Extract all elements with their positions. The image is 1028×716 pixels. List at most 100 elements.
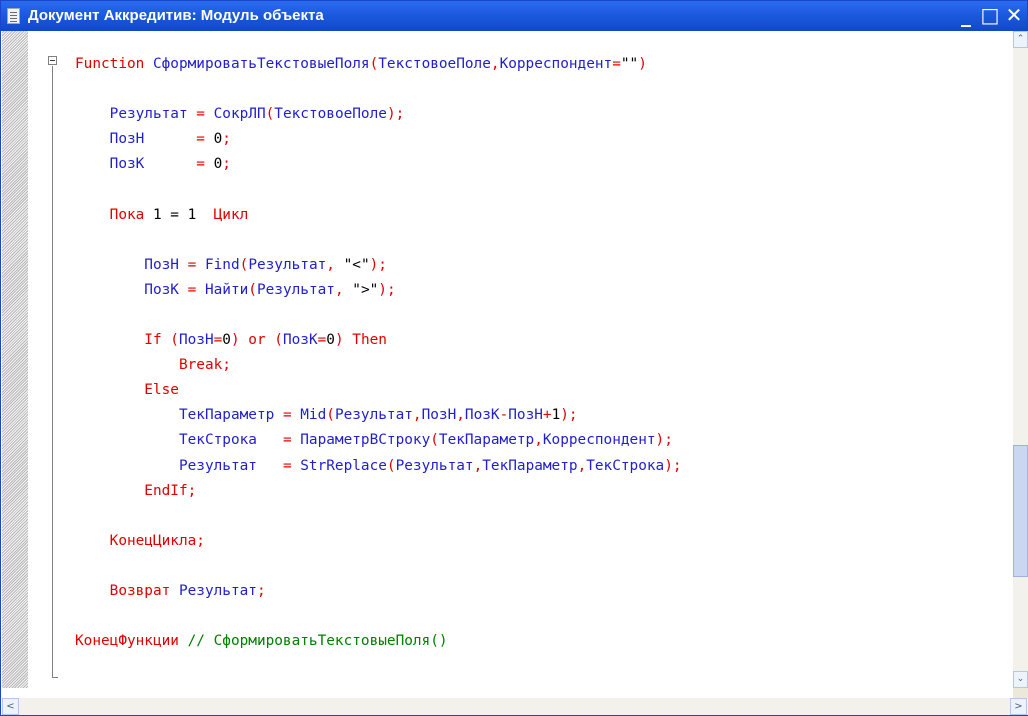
scroll-up-icon[interactable]: ⌃	[1013, 31, 1028, 48]
fold-guide	[52, 66, 53, 678]
code-line[interactable]: If (ПозН=0) or (ПозК=0) Then	[75, 328, 682, 353]
code-token: );	[664, 457, 682, 474]
editor-bottom-margin	[2, 688, 1013, 698]
code-line[interactable]: ПозН = 0;	[75, 127, 682, 152]
code-line[interactable]: Break;	[75, 353, 682, 378]
code-token: ТекстовоеПоле	[378, 56, 491, 72]
code-line[interactable]: ПозК = Найти(Результат, ">");	[75, 278, 682, 303]
code-token: (	[248, 281, 257, 298]
code-token: (	[265, 332, 283, 349]
vertical-scrollbar[interactable]: ⌃ ⌄	[1013, 31, 1028, 688]
code-token: =	[196, 131, 205, 148]
maximize-icon[interactable]: □	[979, 4, 1001, 26]
code-token: StrReplace	[291, 457, 387, 474]
code-token: Результат	[256, 281, 335, 298]
close-icon[interactable]: ✕	[1003, 4, 1025, 26]
code-token: Результат	[248, 256, 327, 273]
code-token: 1 = 1	[144, 206, 205, 223]
code-token: ПозК	[75, 156, 197, 173]
code-line[interactable]	[75, 228, 682, 253]
code-token: Корреспондент	[499, 56, 613, 72]
code-line[interactable]: EndIf;	[75, 479, 682, 504]
fold-guide-end	[52, 677, 58, 678]
code-token: ,	[490, 56, 500, 72]
code-line[interactable]: Else	[75, 378, 682, 403]
code-token: or	[239, 332, 266, 349]
code-token: ПозК	[464, 407, 500, 424]
code-token: Пока	[75, 206, 145, 223]
minimize-icon[interactable]: _	[955, 4, 977, 26]
code-line[interactable]	[75, 77, 682, 102]
code-line[interactable]: Результат = СокрЛП(ТекстовоеПоле);	[75, 102, 682, 127]
code-token: If	[75, 332, 162, 349]
code-token: ТекСтрока	[75, 432, 283, 449]
code-line[interactable]: Function СформироватьТекстовыеПоля(Текст…	[75, 52, 682, 77]
code-token: =	[282, 407, 292, 424]
code-token: (	[369, 56, 379, 72]
title-bar[interactable]: Документ Аккредитив: Модуль объекта _ □ …	[1, 1, 1027, 31]
horizontal-scrollbar[interactable]: < >	[2, 698, 1028, 715]
code-line[interactable]	[75, 177, 682, 202]
code-token: Цикл	[204, 206, 249, 223]
code-line[interactable]: ТекСтрока = ПараметрВСтроку(ТекПараметр,…	[75, 428, 682, 453]
code-token: ,	[534, 432, 543, 449]
code-token: ;	[222, 131, 231, 148]
code-token: Find	[196, 256, 240, 273]
code-token: )	[334, 332, 344, 349]
code-line[interactable]: ПозК = 0;	[75, 152, 682, 177]
code-token: ,	[473, 457, 483, 474]
code-token: Mid	[291, 407, 327, 424]
code-line[interactable]: ПозН = Find(Результат, "<");	[75, 253, 682, 278]
code-token: ,	[577, 457, 587, 474]
module-window: Документ Аккредитив: Модуль объекта _ □ …	[0, 0, 1028, 716]
code-token: =	[612, 56, 621, 72]
code-line[interactable]	[75, 604, 682, 629]
code-token: ,	[334, 281, 344, 298]
code-token: ТекПараметр	[482, 457, 578, 474]
code-text[interactable]: Function СформироватьТекстовыеПоля(Текст…	[75, 52, 682, 654]
code-token: ПозН	[75, 256, 188, 273]
scroll-right-icon[interactable]: >	[1010, 698, 1027, 715]
code-line[interactable]: Возврат Результат;	[75, 579, 682, 604]
code-token: (	[239, 256, 249, 273]
code-line[interactable]: ТекПараметр = Mid(Результат,ПозН,ПозК-По…	[75, 403, 682, 428]
collapse-icon[interactable]	[48, 56, 57, 65]
code-token: СокрЛП	[204, 106, 266, 123]
code-line[interactable]	[75, 303, 682, 328]
code-token: (	[326, 407, 335, 424]
code-token: Then	[343, 332, 387, 349]
window-title: Документ Аккредитив: Модуль объекта	[28, 7, 324, 24]
code-token: ПозК	[75, 281, 188, 298]
code-token: 0	[204, 156, 223, 173]
code-token: (	[386, 457, 396, 474]
code-line[interactable]	[75, 554, 682, 579]
code-token: ТекстовоеПоле	[274, 106, 387, 123]
code-token: (	[430, 432, 439, 449]
code-token: Найти	[196, 281, 249, 298]
code-line[interactable]: КонецФункции // СформироватьТекстовыеПол…	[75, 629, 682, 654]
code-token: (	[265, 106, 275, 123]
code-token: "<"	[334, 256, 370, 273]
code-editor[interactable]: Function СформироватьТекстовыеПоля(Текст…	[28, 31, 1013, 688]
vertical-scroll-thumb[interactable]	[1013, 445, 1028, 577]
code-line[interactable]: Результат = StrReplace(Результат,ТекПара…	[75, 454, 682, 479]
code-line[interactable]: Пока 1 = 1 Цикл	[75, 203, 682, 228]
code-token: ""	[620, 56, 639, 72]
code-token: ,	[412, 407, 422, 424]
code-token: ;	[196, 532, 205, 549]
code-token: Результат	[395, 457, 474, 474]
code-token: )	[230, 332, 240, 349]
scroll-down-icon[interactable]: ⌄	[1013, 671, 1028, 688]
code-line[interactable]	[75, 504, 682, 529]
code-token: Else	[75, 382, 179, 399]
code-token: ;	[256, 582, 266, 599]
code-token: =	[187, 256, 197, 273]
scrollbar-corner	[1013, 688, 1028, 698]
code-token: ;	[187, 482, 197, 499]
code-token: Результат	[334, 407, 413, 424]
code-token: );	[386, 106, 405, 123]
code-line[interactable]: КонецЦикла;	[75, 529, 682, 554]
code-token: =	[282, 457, 292, 474]
code-token: СформироватьТекстовыеПоля	[144, 56, 370, 72]
scroll-left-icon[interactable]: <	[2, 698, 19, 715]
